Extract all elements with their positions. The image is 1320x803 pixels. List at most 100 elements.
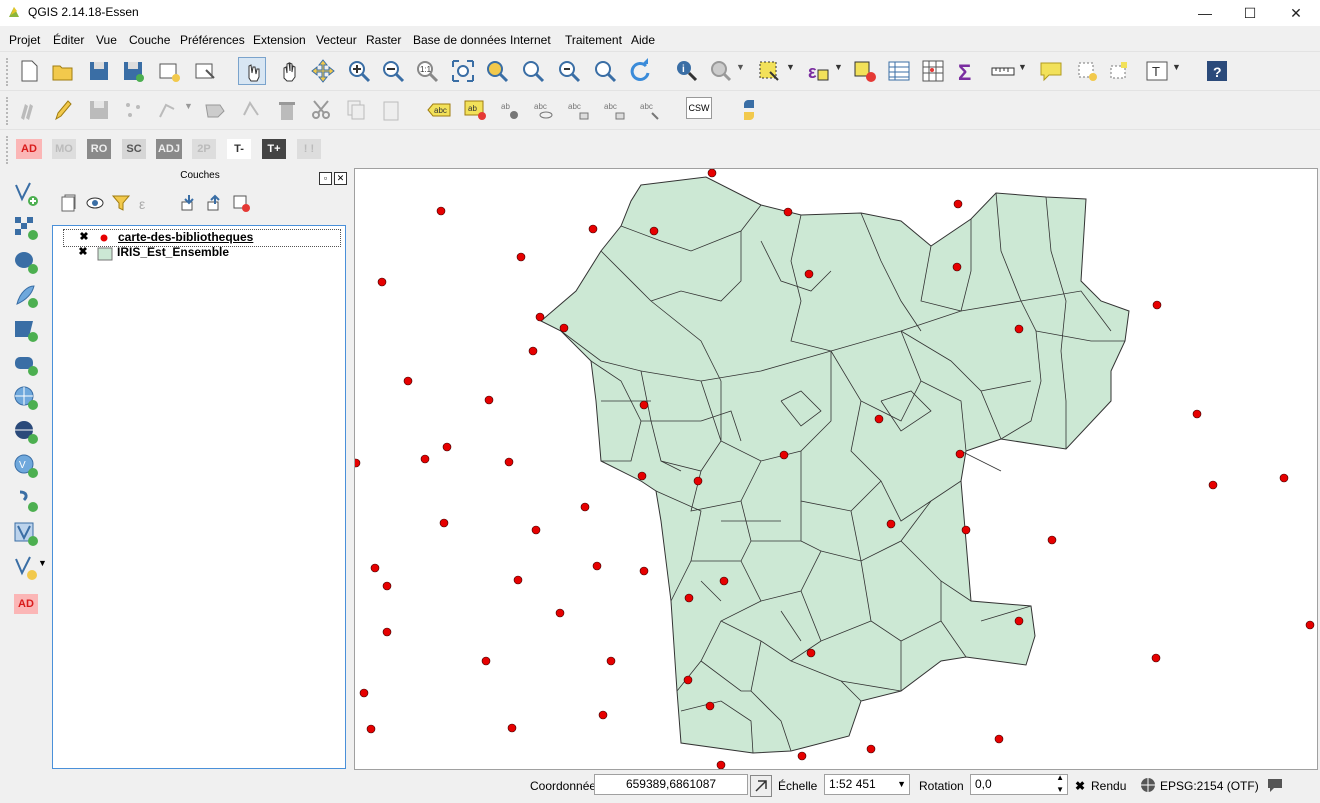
2p-button[interactable]: 2P [192, 139, 216, 159]
show-hide-labels-icon[interactable]: abc [532, 97, 558, 123]
menu-vue[interactable]: Vue [96, 33, 117, 47]
expand-all-icon[interactable] [178, 192, 200, 214]
trash-icon[interactable] [274, 97, 300, 123]
deselect-features-icon[interactable] [852, 58, 878, 84]
coordinate-field[interactable]: 659389,6861087 [594, 774, 748, 795]
zoom-to-selection-icon[interactable] [484, 58, 510, 84]
zoom-in-icon[interactable] [346, 58, 372, 84]
pin-labels-icon[interactable]: ab [498, 97, 524, 123]
library-point[interactable] [649, 226, 659, 236]
library-point[interactable] [598, 710, 608, 720]
chevron-down-icon[interactable]: ▼ [736, 62, 746, 72]
chevron-down-icon[interactable]: ▼ [786, 62, 796, 72]
menu-aide[interactable]: Aide [631, 33, 655, 47]
library-point[interactable] [1014, 616, 1024, 626]
rotation-field[interactable]: 0,0 ▲ ▼ [970, 772, 1068, 796]
close-panel-icon[interactable]: ✕ [334, 172, 347, 185]
library-point[interactable] [797, 751, 807, 761]
library-point[interactable] [516, 252, 526, 262]
select-features-icon[interactable] [756, 58, 782, 84]
add-wms-layer-icon[interactable] [12, 384, 40, 412]
add-spatialite-layer-icon[interactable] [12, 282, 40, 310]
layer-tree[interactable]: ✖ carte-des-bibliotheques ✖ IRIS_Est_Ens… [52, 225, 346, 769]
save-layer-edits-icon[interactable] [86, 97, 112, 123]
move-label-icon[interactable]: abc [566, 97, 592, 123]
move-feature-icon[interactable] [156, 97, 182, 123]
chevron-down-icon[interactable]: ▼ [897, 775, 906, 794]
refresh-icon[interactable] [626, 58, 652, 84]
composer-manager-icon[interactable] [192, 58, 218, 84]
toolbar-grip[interactable] [6, 97, 12, 125]
library-point[interactable] [377, 277, 387, 287]
attribute-table-icon[interactable] [886, 58, 912, 84]
node-tool-icon[interactable] [202, 97, 228, 123]
chevron-down-icon[interactable]: ▼ [1018, 62, 1028, 72]
change-label-icon[interactable]: abc [638, 97, 664, 123]
zoom-out-icon[interactable] [380, 58, 406, 84]
ad-side-button[interactable]: AD [14, 594, 38, 614]
library-point[interactable] [535, 312, 545, 322]
library-point[interactable] [559, 323, 569, 333]
show-bookmarks-icon[interactable] [1106, 58, 1132, 84]
select-by-expression-icon[interactable]: ε [804, 58, 830, 84]
library-point[interactable] [804, 269, 814, 279]
library-point[interactable] [684, 593, 694, 603]
library-point[interactable] [639, 566, 649, 576]
identify-features-icon[interactable]: i [674, 58, 700, 84]
spinner-arrows-icon[interactable]: ▲ ▼ [1056, 772, 1064, 796]
pan-to-selection-icon[interactable] [310, 58, 336, 84]
adj-button[interactable]: ADJ [156, 139, 182, 159]
manage-visibility-icon[interactable] [84, 192, 106, 214]
menu-projet[interactable]: Projet [9, 33, 40, 47]
library-point[interactable] [528, 346, 538, 356]
library-point[interactable] [994, 734, 1004, 744]
menu-extension[interactable]: Extension [253, 33, 306, 47]
touch-zoom-pan-icon[interactable] [238, 57, 266, 85]
library-point[interactable] [866, 744, 876, 754]
crs-label[interactable]: EPSG:2154 (OTF) [1160, 779, 1259, 793]
library-point[interactable] [436, 206, 446, 216]
library-point[interactable] [504, 457, 514, 467]
library-point[interactable] [806, 648, 816, 658]
new-project-icon[interactable] [16, 58, 42, 84]
library-point[interactable] [355, 458, 361, 468]
library-point[interactable] [403, 376, 413, 386]
chevron-down-icon[interactable]: ▼ [184, 101, 194, 111]
library-point[interactable] [555, 608, 565, 618]
render-checkbox[interactable]: ✖ [1075, 779, 1085, 793]
zoom-native-resolution-icon[interactable]: 1:1 [414, 58, 440, 84]
add-mssql-layer-icon[interactable] [12, 316, 40, 344]
library-point[interactable] [719, 576, 729, 586]
save-as-icon[interactable] [120, 58, 146, 84]
library-point[interactable] [874, 414, 884, 424]
open-project-icon[interactable] [50, 58, 76, 84]
toolbar-grip[interactable] [6, 58, 12, 86]
library-point[interactable] [592, 561, 602, 571]
add-db2-layer-icon[interactable] [12, 350, 40, 378]
library-point[interactable] [442, 442, 452, 452]
chevron-down-icon[interactable]: ▼ [38, 558, 48, 568]
t-minus-button[interactable]: T- [227, 139, 251, 159]
collapse-all-icon[interactable] [204, 192, 226, 214]
library-point[interactable] [606, 656, 616, 666]
library-point[interactable] [886, 519, 896, 529]
statistics-sigma-icon[interactable]: Σ [954, 58, 980, 85]
copy-features-icon[interactable] [342, 97, 368, 123]
map-canvas[interactable] [354, 168, 1318, 770]
label-highlight-icon[interactable]: ab [462, 97, 488, 123]
csw-button[interactable]: CSW [686, 97, 712, 119]
new-print-composer-icon[interactable] [156, 58, 182, 84]
mo-button[interactable]: MO [52, 139, 76, 159]
double-exclamation-button[interactable]: ! ! [297, 139, 321, 159]
add-virtual-layer-icon[interactable] [12, 520, 40, 548]
library-point[interactable] [639, 400, 649, 410]
menu-preferences[interactable]: Préférences [180, 33, 245, 47]
maximize-button[interactable]: ☐ [1227, 0, 1273, 26]
close-button[interactable]: ✕ [1273, 0, 1319, 26]
map-tips-icon[interactable] [1038, 58, 1064, 84]
library-point[interactable] [588, 224, 598, 234]
library-point[interactable] [382, 627, 392, 637]
library-point[interactable] [1152, 300, 1162, 310]
delete-selected-icon[interactable] [238, 97, 264, 123]
save-project-icon[interactable] [86, 58, 112, 84]
